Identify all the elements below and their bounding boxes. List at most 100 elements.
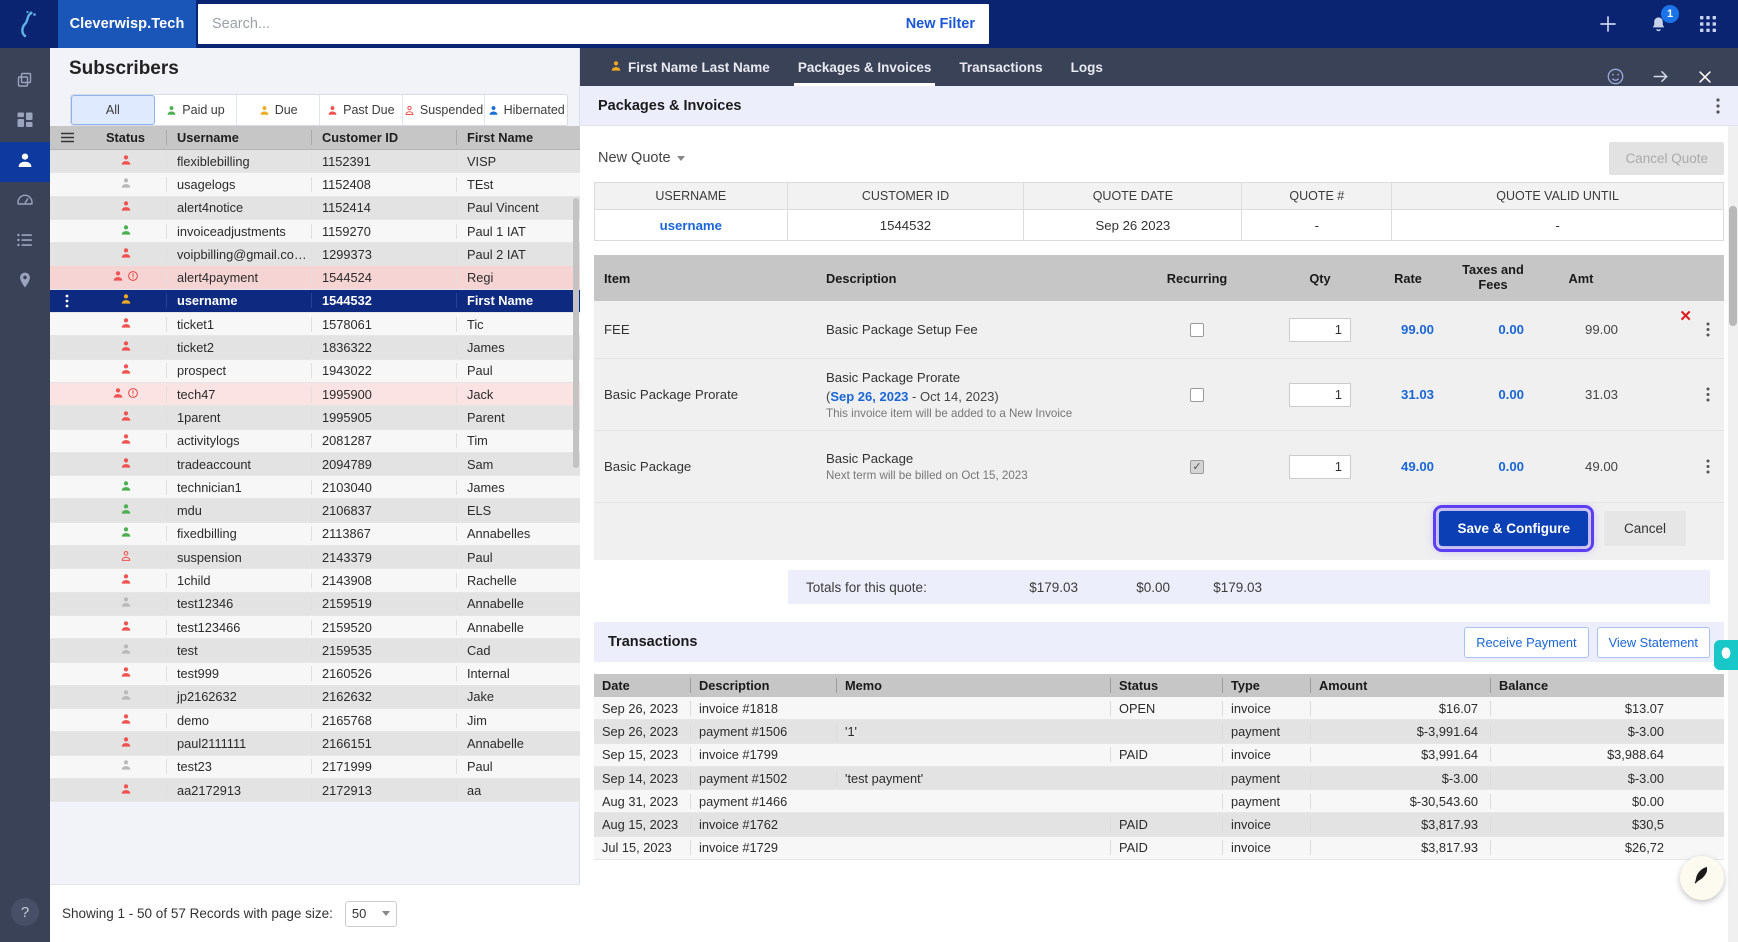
table-row[interactable]: activitylogs 2081287 Tim	[50, 429, 580, 453]
table-row[interactable]: suspension 2143379 Paul	[50, 546, 580, 570]
feather-widget-button[interactable]	[1680, 856, 1724, 900]
table-row[interactable]: test23 2171999 Paul	[50, 755, 580, 780]
cell-username: 1parent	[166, 409, 311, 425]
cell-username: mdu	[166, 503, 311, 519]
filter-tab-due[interactable]: Due	[237, 95, 321, 125]
close-x-icon[interactable]: ✕	[1679, 307, 1692, 325]
sidebar-item-subscribers[interactable]	[0, 142, 50, 182]
table-row[interactable]: technician1 2103040 James	[50, 476, 580, 500]
table-row[interactable]: flexiblebilling 1152391 VISP	[50, 150, 580, 174]
filter-tab-suspended[interactable]: Suspended	[403, 95, 486, 125]
recurring-checkbox[interactable]	[1190, 387, 1204, 402]
table-row[interactable]: test999 2160526 Internal	[50, 662, 580, 686]
tab-transactions[interactable]: Transactions	[945, 48, 1056, 86]
quantity-input[interactable]	[1289, 317, 1351, 342]
new-quote-dropdown[interactable]: New Quote	[594, 150, 685, 166]
chat-widget-button[interactable]	[1714, 640, 1738, 670]
drawer-scrollbar[interactable]	[1728, 126, 1738, 942]
column-header-username[interactable]: Username	[166, 130, 311, 145]
table-row[interactable]: voipbilling@gmail.co… 1299373 Paul 2 IAT	[50, 243, 580, 267]
table-row[interactable]: username 1544532 First Name	[50, 289, 580, 314]
receive-payment-button[interactable]: Receive Payment	[1464, 626, 1589, 658]
filter-tab-hibernated[interactable]: Hibernated	[485, 95, 567, 125]
table-row[interactable]: tradeaccount 2094789 Sam	[50, 452, 580, 477]
table-row[interactable]: usagelogs 1152408 TEst	[50, 173, 580, 197]
column-header-status[interactable]: Status	[84, 130, 166, 145]
transaction-row[interactable]: Sep 15, 2023 invoice #1799 PAID invoice $3,9…	[594, 743, 1724, 767]
person-outline-red-icon	[404, 105, 415, 116]
save-and-configure-button[interactable]: Save & Configure	[1433, 505, 1594, 552]
quantity-input[interactable]	[1289, 382, 1351, 407]
filter-tab-past-due[interactable]: Past Due	[320, 95, 403, 125]
subscribers-scrollbar[interactable]	[573, 198, 579, 838]
sidebar-item-list[interactable]	[0, 222, 50, 262]
sidebar-item-dashboard[interactable]	[0, 102, 50, 142]
cancel-button[interactable]: Cancel	[1603, 511, 1686, 546]
table-row[interactable]: ticket1 1578061 Tic	[50, 313, 580, 337]
vertical-dots-icon[interactable]	[1706, 387, 1710, 402]
sidebar-item-copy-layers[interactable]	[0, 62, 50, 102]
recurring-checkbox[interactable]: ✓	[1190, 459, 1204, 474]
filter-tab-paid-up[interactable]: Paid up	[155, 95, 238, 125]
transaction-row[interactable]: Sep 26, 2023 payment #1506'1' payment $-3,9…	[594, 720, 1724, 744]
recurring-checkbox[interactable]	[1190, 322, 1204, 337]
table-row[interactable]: jp2162632 2162632 Jake	[50, 685, 580, 710]
smiley-face-icon[interactable]	[1606, 67, 1625, 86]
arrow-right-icon[interactable]	[1651, 67, 1670, 86]
subscribers-scrollbar-thumb[interactable]	[573, 198, 579, 468]
table-row[interactable]: tech47 1995900 Jack	[50, 382, 580, 407]
sidebar-item-map[interactable]	[0, 262, 50, 302]
global-search[interactable]: New Filter	[198, 4, 989, 44]
drawer-scrollbar-thumb[interactable]	[1729, 206, 1737, 326]
table-row[interactable]: alert4payment 1544524 Regi	[50, 266, 580, 290]
table-row[interactable]: alert4notice 1152414 Paul Vincent	[50, 196, 580, 220]
tab-logs[interactable]: Logs	[1057, 48, 1117, 86]
table-row[interactable]: invoiceadjustments 1159270 Paul 1 IAT	[50, 219, 580, 244]
table-row[interactable]: test12346 2159519 Annabelle	[50, 592, 580, 616]
table-row[interactable]: test123466 2159520 Annabelle	[50, 615, 580, 640]
tx-cell-balance: $-3.00	[1490, 770, 1676, 786]
transaction-row[interactable]: Jul 15, 2023 invoice #1729 PAID invoice $3,8…	[594, 836, 1724, 861]
transaction-row[interactable]: Aug 15, 2023 invoice #1762 PAID invoice $3,8…	[594, 813, 1724, 837]
tab-packages-invoices[interactable]: Packages & Invoices	[784, 48, 946, 86]
vertical-dots-icon[interactable]	[1706, 459, 1710, 474]
app-logo-icon[interactable]	[0, 0, 58, 48]
grid-apps-icon[interactable]	[1696, 12, 1720, 36]
table-row[interactable]: 1child 2143908 Rachelle	[50, 569, 580, 593]
column-header-first-name[interactable]: First Name	[456, 130, 580, 145]
filter-tab-all[interactable]: All	[71, 95, 155, 125]
close-icon[interactable]	[1696, 68, 1714, 86]
quote-username-link[interactable]: username	[660, 218, 722, 233]
vertical-dots-icon[interactable]	[1716, 97, 1720, 114]
sidebar-item-speedometer[interactable]	[0, 182, 50, 222]
row-menu-icon[interactable]	[50, 294, 84, 308]
column-header-customer-id[interactable]: Customer ID	[311, 130, 456, 145]
transaction-row[interactable]: Sep 26, 2023 invoice #1818 OPEN invoice $16.…	[594, 697, 1724, 721]
brand-tab[interactable]: Cleverwisp.Tech	[58, 0, 196, 48]
quantity-input[interactable]	[1289, 454, 1351, 479]
bell-icon[interactable]: 1	[1646, 5, 1679, 36]
vertical-dots-icon[interactable]	[1706, 322, 1710, 337]
search-input[interactable]	[198, 5, 892, 43]
cancel-quote-button[interactable]: Cancel Quote	[1609, 141, 1724, 175]
table-row[interactable]: prospect 1943022 Paul	[50, 359, 580, 383]
hamburger-icon[interactable]	[50, 132, 84, 143]
view-statement-button[interactable]: View Statement	[1596, 626, 1710, 658]
table-row[interactable]: ticket2 1836322 James	[50, 336, 580, 360]
table-row[interactable]: 1parent 1995905 Parent	[50, 406, 580, 430]
table-row[interactable]: paul2111111 2166151 Annabelle	[50, 732, 580, 756]
cell-username: paul2111111	[166, 736, 311, 752]
table-row[interactable]: fixedbilling 2113867 Annabelles	[50, 522, 580, 547]
table-row[interactable]: aa2172913 2172913 aa	[50, 779, 580, 803]
help-button[interactable]: ?	[11, 898, 39, 926]
table-row[interactable]: demo 2165768 Jim	[50, 709, 580, 733]
table-row[interactable]: test 2159535 Cad	[50, 639, 580, 663]
transaction-row[interactable]: Aug 31, 2023 payment #1466 payment $-30,543…	[594, 790, 1724, 814]
table-row[interactable]: mdu 2106837 ELS	[50, 499, 580, 523]
new-filter-button[interactable]: New Filter	[892, 16, 989, 32]
plus-icon[interactable]	[1596, 12, 1620, 36]
page-size-select[interactable]: 50	[344, 900, 397, 927]
transaction-row[interactable]: Sep 14, 2023 payment #1502'test payment' p…	[594, 766, 1724, 791]
cell-first-name: aa	[456, 782, 580, 798]
tab-customer-name[interactable]: First Name Last Name	[596, 48, 784, 86]
